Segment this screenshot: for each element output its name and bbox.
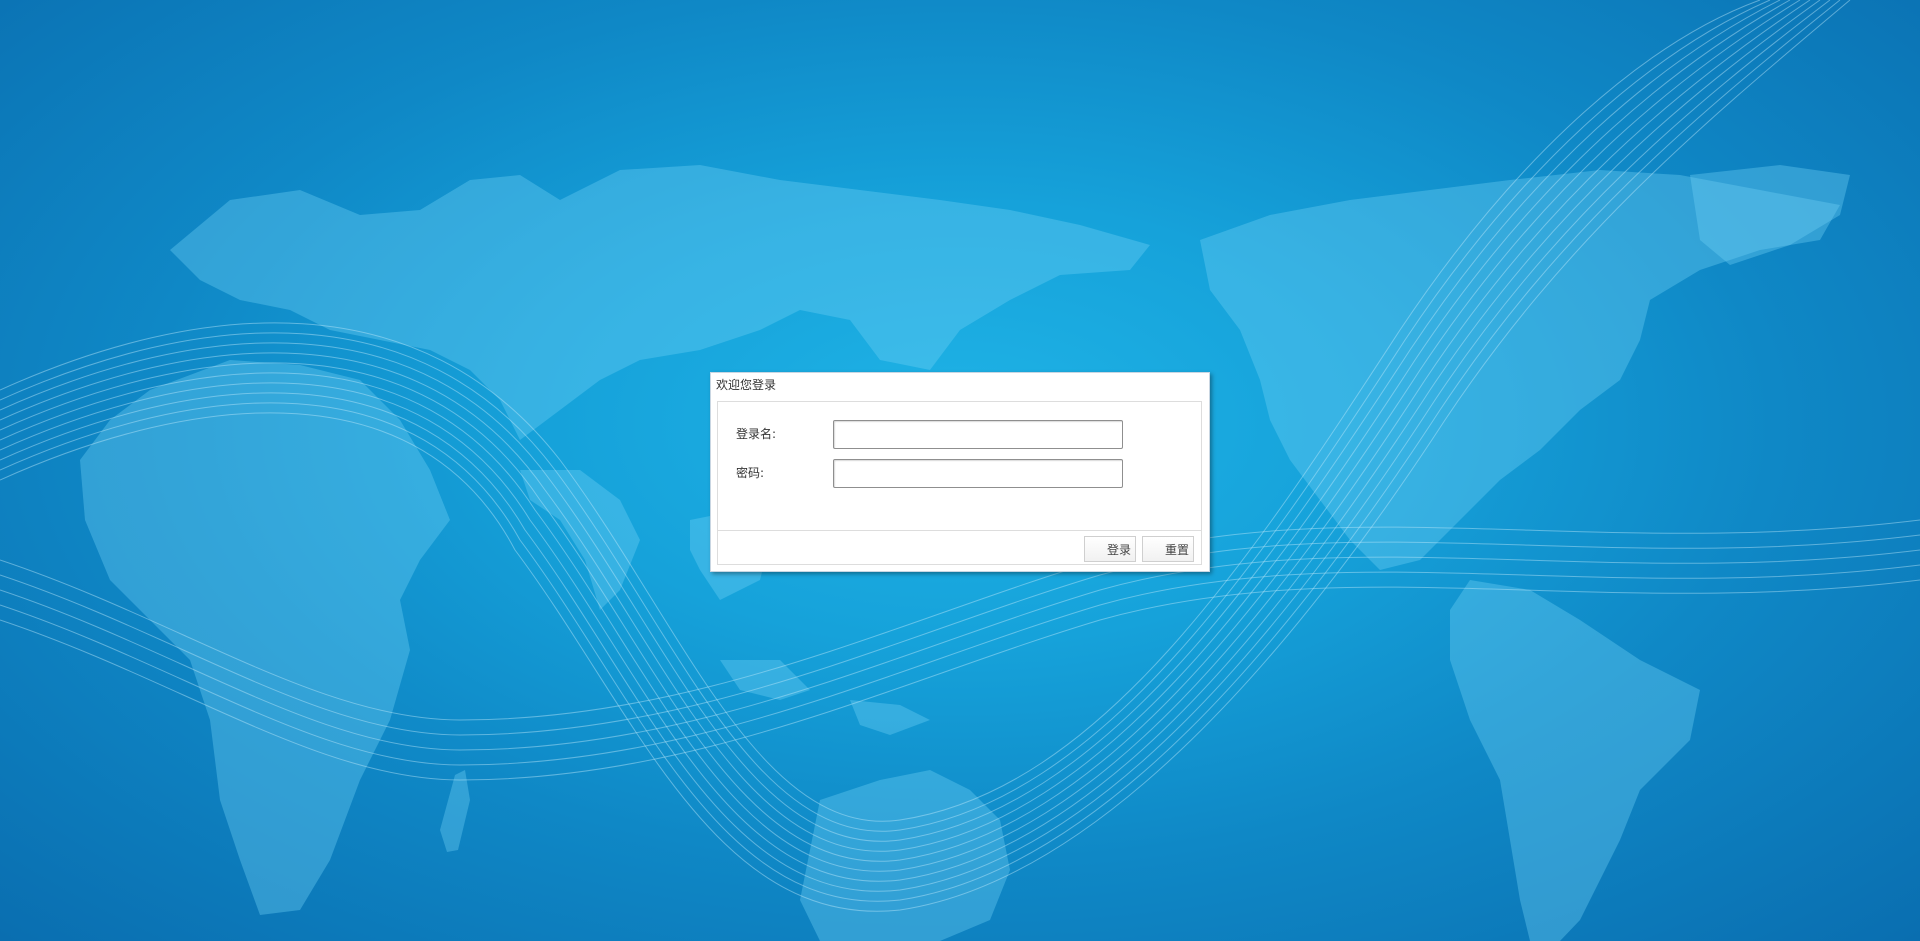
- login-form: 登录名: 密码: 登录 重置: [717, 401, 1202, 565]
- login-button[interactable]: 登录: [1084, 536, 1136, 562]
- reset-button[interactable]: 重置: [1142, 536, 1194, 562]
- username-label: 登录名:: [736, 427, 777, 441]
- username-input[interactable]: [833, 420, 1123, 449]
- dialog-title: 欢迎您登录: [716, 378, 777, 392]
- password-label: 密码:: [736, 466, 765, 480]
- password-input[interactable]: [833, 459, 1123, 488]
- login-dialog: 欢迎您登录 登录名: 密码: 登录 重置: [710, 372, 1210, 572]
- button-bar: 登录 重置: [718, 530, 1201, 564]
